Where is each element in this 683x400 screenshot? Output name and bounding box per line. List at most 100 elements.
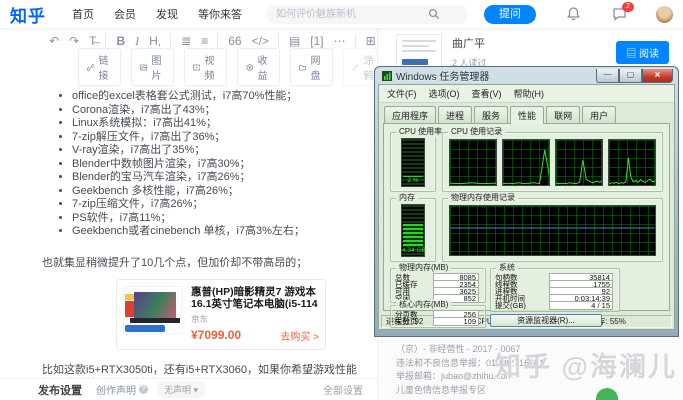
- footer-line[interactable]: 儿童色情信息举报专区: [396, 384, 544, 398]
- buy-link[interactable]: 去购买 >: [280, 328, 319, 343]
- publish-settings-label: 发布设置: [38, 384, 82, 397]
- paragraph: 也就集显稍微提升了10几个点，但加价却不带高昂的；: [42, 256, 308, 269]
- tab[interactable]: 联网: [546, 106, 581, 124]
- cpu-history-group: CPU 使用记录: [442, 127, 663, 192]
- help-icon[interactable]: ?: [139, 385, 148, 394]
- stat-row: 提交(GB) 4 / 15: [493, 301, 615, 310]
- clear-format-icon[interactable]: T̶: [89, 34, 96, 48]
- ask-question-button[interactable]: 提问: [484, 4, 536, 24]
- toc-icon[interactable]: ▤: [277, 34, 300, 48]
- video-button[interactable]: 视频: [184, 48, 227, 86]
- publish-settings-bar: 发布设置 创作声明 ? 无声明 ▾ 全部设置: [0, 378, 377, 400]
- minimize-button[interactable]: —: [596, 68, 619, 83]
- product-price: ¥7099.00: [191, 328, 242, 342]
- italic-icon[interactable]: I: [135, 34, 139, 49]
- tab[interactable]: 应用程序: [384, 106, 437, 124]
- menu-item[interactable]: 帮助(H): [508, 86, 551, 101]
- all-settings-link[interactable]: 全部设置: [323, 382, 363, 397]
- heading-icon[interactable]: H,: [149, 34, 161, 48]
- zhihu-logo[interactable]: 知乎: [10, 2, 46, 27]
- nav-item[interactable]: 会员: [114, 6, 136, 22]
- product-image: [123, 285, 183, 334]
- blockquote-icon[interactable]: 66: [217, 34, 242, 48]
- bell-icon: [567, 7, 580, 21]
- book-thumbnail: [396, 34, 442, 70]
- nav-item[interactable]: 发现: [156, 6, 178, 22]
- mem-history-graph: [449, 205, 656, 256]
- cpu-history-graphs: [449, 139, 656, 186]
- task-manager-window[interactable]: Windows 任务管理器 — ▢ ✕ 文件(F) 选项(O) 查看(V) 帮助(H)…: [374, 66, 679, 337]
- bullet-item: Blender的宝马汽车渲染，i7高26%；: [72, 171, 369, 185]
- tab[interactable]: 进程: [438, 106, 473, 124]
- code-icon[interactable]: </>: [252, 34, 269, 48]
- redo-icon[interactable]: ↷: [69, 34, 79, 48]
- unordered-list-icon[interactable]: ≡: [201, 34, 208, 48]
- maximize-button[interactable]: ▢: [619, 68, 642, 83]
- search-input[interactable]: [274, 7, 428, 21]
- desktop-screen: 知乎 首页 会员 发现 等你来答 提问 2 ↶ ↷ T̶ BI H, ≣ ≡ 66 </> ▤ [1] ⋯ ⊞…: [0, 0, 683, 400]
- product-source: 京东: [191, 313, 209, 324]
- article-editor[interactable]: office的excel表格套公式测试，i7高70%性能；Corona渲染，i7…: [30, 80, 377, 391]
- tab[interactable]: 用户: [582, 106, 617, 124]
- tab[interactable]: 服务: [474, 106, 509, 124]
- bullet-item: Geekbench或者cinebench 单核，i7高3%左右；: [72, 225, 369, 239]
- reference-icon[interactable]: [1]: [310, 34, 323, 48]
- messages[interactable]: 2: [612, 2, 634, 22]
- cpu-gauge: 2 %: [401, 138, 425, 187]
- link-button[interactable]: 链接: [78, 48, 121, 86]
- nav-items: 首页 会员 发现 等你来答: [62, 6, 252, 22]
- avatar[interactable]: [656, 5, 673, 23]
- top-nav: 知乎 首页 会员 发现 等你来答 提问 2: [0, 0, 683, 28]
- physical-memory-group: 物理内存(MB) 总数 8085 已缓存 2354 可用 3625 空闲 852: [390, 263, 486, 303]
- table-icon[interactable]: ⊞: [354, 34, 376, 48]
- bullet-item: V-ray渲染，i7高出了35%；: [72, 144, 369, 158]
- memory-history-group: 物理内存使用记录: [442, 193, 663, 262]
- resource-monitor-button[interactable]: 资源监视器(R)...: [490, 314, 602, 327]
- statement-dropdown[interactable]: 无声明 ▾: [156, 381, 207, 398]
- read-button[interactable]: ▤ 阅读: [616, 40, 669, 64]
- search-icon[interactable]: [428, 8, 440, 20]
- product-card[interactable]: 惠普(HP)暗影精灵7 游戏本 16.1英寸笔记本电脑(i5-114 京东 ¥7…: [116, 278, 326, 350]
- bullet-item: Corona渲染，i7高出了43%；: [72, 104, 369, 118]
- search-box[interactable]: [266, 4, 468, 24]
- cpu-usage-group: CPU 使用率 2 %: [390, 127, 446, 192]
- ordered-list-icon[interactable]: ≣: [170, 34, 191, 48]
- watermark: 知乎 @海澜儿: [494, 352, 677, 382]
- editor-column: ↶↷T̶BIH,≣≡66</>▤[1]⋯⊞Σ 链接 图片 视频 收益 网盘: [30, 28, 393, 390]
- menu-item[interactable]: 文件(F): [381, 86, 423, 101]
- bullet-item: office的excel表格套公式测试，i7高70%性能；: [72, 90, 369, 104]
- bullet-item: 7-zip压缩文件，i7高26%；: [72, 198, 369, 212]
- bullet-item: PS软件，i7高11%；: [72, 212, 369, 226]
- creation-statement-label: 创作声明: [96, 386, 136, 397]
- stat-row: 未分页 109: [393, 317, 481, 326]
- netdisk-button[interactable]: 网盘: [290, 48, 333, 86]
- bullet-item: Linux系统模拟：i7高出41%；: [72, 117, 369, 131]
- cpu-history-graph: [608, 139, 656, 186]
- image-button[interactable]: 图片: [131, 48, 174, 86]
- bullet-item: Geekbench 多核性能，i7高26%；: [72, 185, 369, 199]
- tab-strip: 应用程序 进程 服务 性能 联网 用户: [379, 103, 674, 124]
- system-group: 系统 句柄数 35814 线程数 1755 进程数 92 开机时间 0:03:14:39 提交(…: [490, 263, 620, 312]
- video-icon: [193, 64, 201, 70]
- kernel-memory-group: 核心内存(MB) 分页数 256 未分页 109: [390, 300, 486, 328]
- menu-item[interactable]: 查看(V): [466, 86, 508, 101]
- benchmark-list: office的excel表格套公式测试，i7高70%性能；Corona渲染，i7…: [38, 90, 369, 239]
- tab[interactable]: 性能: [510, 106, 545, 124]
- nav-item[interactable]: 首页: [72, 6, 94, 22]
- insert-toolbar: 链接 图片 视频 收益 网盘 涂鸦: [78, 48, 386, 86]
- image-icon: [140, 64, 148, 70]
- notification-bell[interactable]: [566, 6, 582, 22]
- goods-button[interactable]: 收益: [237, 48, 280, 86]
- divider-icon[interactable]: ⋯: [334, 34, 346, 48]
- menu-item[interactable]: 选项(O): [423, 86, 466, 101]
- message-badge: 2: [622, 2, 634, 12]
- close-button[interactable]: ✕: [642, 68, 673, 83]
- cpu-history-graph: [502, 139, 550, 186]
- nav-item[interactable]: 等你来答: [198, 6, 242, 22]
- performance-panel: CPU 使用率 2 % CPU 使用记录 内存 4.34 GB 物理内存使用记录…: [383, 123, 670, 328]
- undo-icon[interactable]: ↶: [49, 34, 59, 48]
- taskmgr-icon: [382, 70, 392, 81]
- folder-icon: [299, 64, 307, 70]
- bold-icon[interactable]: B: [105, 34, 125, 48]
- window-titlebar[interactable]: Windows 任务管理器 — ▢ ✕: [378, 67, 675, 84]
